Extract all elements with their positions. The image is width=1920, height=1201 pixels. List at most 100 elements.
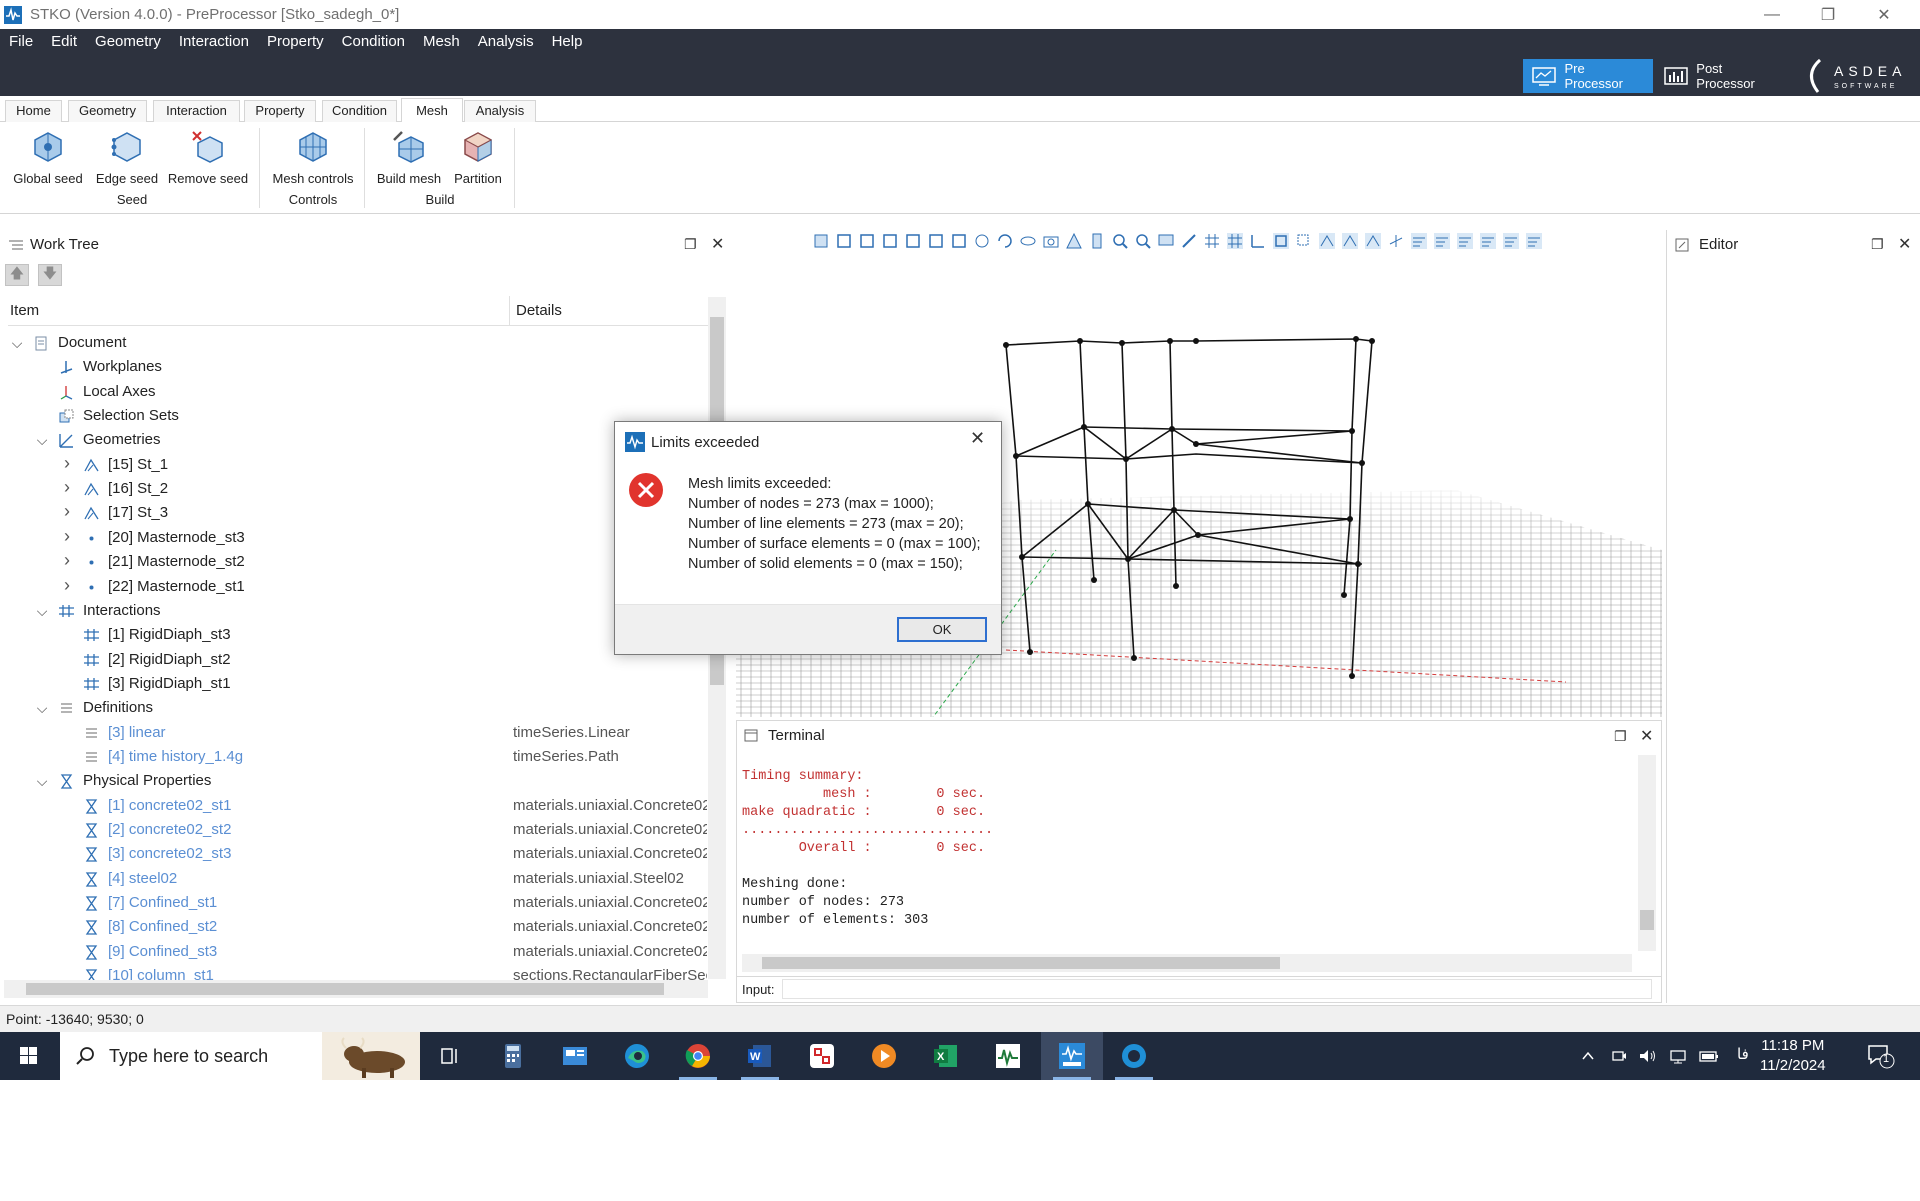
zoom-icon[interactable] — [1134, 232, 1152, 250]
tree-row[interactable]: [3] linear timeSeries.Linear — [0, 722, 705, 746]
chevron-right-icon[interactable]: › — [60, 526, 74, 547]
tab-interaction[interactable]: Interaction — [153, 100, 240, 122]
menu-analysis[interactable]: Analysis — [469, 29, 543, 55]
edge-seed-button[interactable]: Edge seed — [92, 130, 162, 186]
column-item[interactable]: Item — [10, 302, 39, 319]
windows-start-icon[interactable] — [8, 1042, 48, 1070]
scroll-thumb[interactable] — [1640, 910, 1654, 930]
tree-row[interactable]: [1] concrete02_st1 materials.uniaxial.Con… — [0, 795, 707, 819]
global-seed-button[interactable]: Global seed — [10, 130, 86, 186]
rotate-icon[interactable] — [996, 232, 1014, 250]
tree-row[interactable]: [9] Confined_st3 materials.uniaxial.Concr… — [0, 941, 707, 965]
close-icon[interactable]: ✕ — [1856, 0, 1912, 29]
media-player-icon[interactable] — [869, 1041, 899, 1071]
tree-row[interactable]: [7] Confined_st1 materials.uniaxial.Concr… — [0, 892, 707, 916]
edge-browser-icon[interactable] — [622, 1041, 652, 1071]
tree-row[interactable]: [4] steel02 materials.uniaxial.Steel02 — [0, 868, 705, 892]
close-panel-icon[interactable]: ✕ — [711, 234, 724, 254]
menu-condition[interactable]: Condition — [333, 29, 414, 55]
column-divider[interactable] — [509, 296, 510, 326]
restore-icon[interactable]: ❐ — [1800, 0, 1856, 29]
language-indicator[interactable]: فا — [1737, 1045, 1749, 1093]
partition-button[interactable]: Partition — [450, 130, 506, 186]
zoom-fit-icon[interactable] — [1111, 232, 1129, 250]
pan-icon[interactable] — [973, 232, 991, 250]
remove-seed-button[interactable]: Remove seed — [166, 130, 250, 186]
tree-row[interactable]: › [16] St_2 — [0, 477, 705, 502]
orthographic-icon[interactable] — [1088, 232, 1106, 250]
local-axes-icon[interactable] — [1387, 232, 1405, 250]
chevron-down-icon[interactable]: ⌵ — [35, 603, 49, 620]
tree-horizontal-scrollbar[interactable] — [4, 980, 708, 998]
tree-row[interactable]: › [17] St_3 — [0, 501, 705, 526]
chevron-down-icon[interactable]: ⌵ — [35, 432, 49, 449]
ok-button[interactable]: OK — [897, 617, 987, 642]
menu-geometry[interactable]: Geometry — [86, 29, 170, 55]
layer-icon[interactable] — [1525, 232, 1543, 250]
signal-app-icon[interactable] — [993, 1041, 1023, 1071]
grid-toggle-icon[interactable] — [1226, 232, 1244, 250]
menu-property[interactable]: Property — [258, 29, 333, 55]
scroll-thumb[interactable] — [26, 983, 664, 995]
tree-row[interactable]: › [22] Masternode_st1 — [0, 575, 705, 600]
close-panel-icon[interactable]: ✕ — [1898, 234, 1911, 254]
battery-icon[interactable] — [1698, 1047, 1720, 1065]
float-panel-icon[interactable]: ❐ — [684, 236, 697, 253]
tree-row[interactable]: › [15] St_1 — [0, 453, 705, 478]
tree-row[interactable]: › [20] Masternode_st3 — [0, 526, 705, 551]
tab-geometry[interactable]: Geometry — [68, 100, 147, 122]
tree-row[interactable]: [1] RigidDiaph_st3 — [0, 624, 705, 648]
tab-condition[interactable]: Condition — [322, 100, 397, 122]
calculator-icon[interactable] — [498, 1041, 528, 1071]
mesh-controls-button[interactable]: Mesh controls — [268, 130, 358, 186]
tree-row[interactable]: Local Axes — [0, 381, 705, 405]
close-panel-icon[interactable]: ✕ — [1640, 726, 1653, 746]
chevron-right-icon[interactable]: › — [60, 575, 74, 596]
menu-edit[interactable]: Edit — [42, 29, 86, 55]
post-processor-button[interactable]: Post Processor — [1655, 59, 1790, 93]
menu-interaction[interactable]: Interaction — [170, 29, 258, 55]
tree-row[interactable]: › [21] Masternode_st2 — [0, 550, 705, 575]
tree-row[interactable]: Selection Sets — [0, 405, 705, 429]
layer-icon[interactable] — [1433, 232, 1451, 250]
perspective-icon[interactable] — [1065, 232, 1083, 250]
menu-mesh[interactable]: Mesh — [414, 29, 469, 55]
screen-icon[interactable] — [1157, 232, 1175, 250]
scroll-thumb[interactable] — [762, 957, 1280, 969]
structure-view-icon[interactable] — [1341, 232, 1359, 250]
layer-icon[interactable] — [1456, 232, 1474, 250]
anydesk-icon[interactable] — [807, 1041, 837, 1071]
volume-icon[interactable] — [1638, 1047, 1658, 1065]
meet-now-icon[interactable] — [1610, 1047, 1628, 1065]
float-panel-icon[interactable]: ❐ — [1614, 728, 1627, 745]
structure-view-icon[interactable] — [1364, 232, 1382, 250]
control-panel-icon[interactable] — [560, 1041, 590, 1071]
build-mesh-button[interactable]: Build mesh — [374, 130, 444, 186]
chevron-right-icon[interactable]: › — [60, 453, 74, 474]
tree-row[interactable]: ⌵ Definitions — [0, 697, 705, 721]
chevron-down-icon[interactable]: ⌵ — [35, 700, 49, 717]
chevron-up-icon[interactable] — [1580, 1048, 1596, 1064]
minimize-icon[interactable]: — — [1744, 0, 1800, 29]
tree-row[interactable]: [2] RigidDiaph_st2 — [0, 649, 705, 673]
excel-icon[interactable]: X — [931, 1041, 961, 1071]
chevron-right-icon[interactable]: › — [60, 477, 74, 498]
view-right-icon[interactable] — [904, 232, 922, 250]
chevron-right-icon[interactable]: › — [60, 501, 74, 522]
pick-icon[interactable] — [1180, 232, 1198, 250]
tree-row[interactable]: [4] time history_1.4g timeSeries.Path — [0, 746, 705, 770]
browser-icon[interactable] — [1119, 1041, 1149, 1071]
view-bottom-icon[interactable] — [950, 232, 968, 250]
bounding-box-icon[interactable] — [1272, 232, 1290, 250]
grid-icon[interactable] — [1203, 232, 1221, 250]
tree-row[interactable]: ⌵ Physical Properties — [0, 770, 705, 794]
terminal-input-field[interactable] — [782, 979, 1652, 999]
notifications-icon[interactable] — [1866, 1043, 1896, 1069]
tree-row[interactable]: [2] concrete02_st2 materials.uniaxial.Con… — [0, 819, 707, 843]
menu-help[interactable]: Help — [543, 29, 592, 55]
chrome-icon[interactable] — [683, 1041, 713, 1071]
tree-row[interactable]: Workplanes — [0, 356, 705, 380]
tree-row[interactable]: [8] Confined_st2 materials.uniaxial.Concr… — [0, 916, 707, 940]
tree-row[interactable]: [3] concrete02_st3 materials.uniaxial.Con… — [0, 843, 707, 867]
tab-home[interactable]: Home — [5, 100, 62, 122]
